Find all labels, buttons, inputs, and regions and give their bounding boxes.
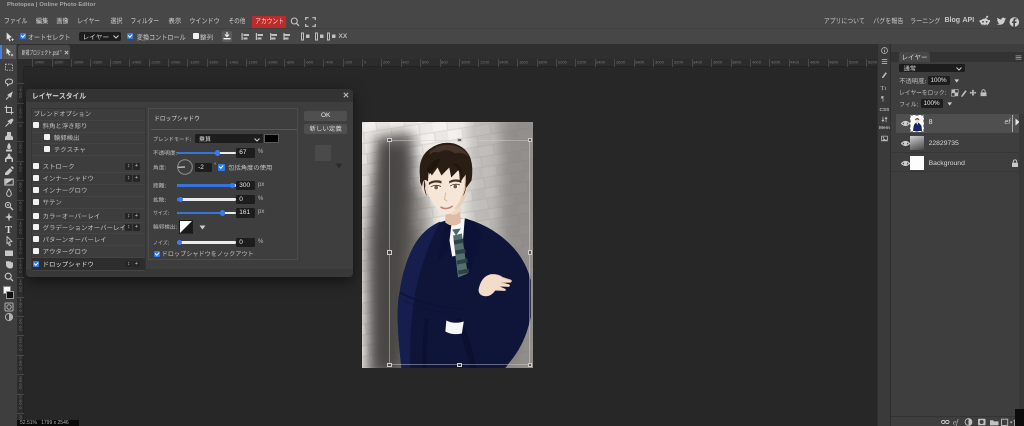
svg-text:ef: ef	[953, 418, 959, 426]
svg-text:T: T	[5, 225, 12, 234]
